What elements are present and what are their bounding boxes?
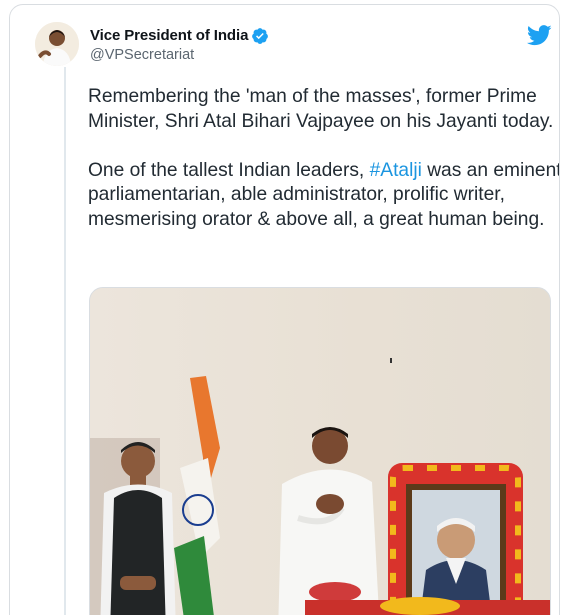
tweet-card[interactable]: Vice President of India @VPSecretariat R…	[9, 4, 560, 615]
tweet-text-part: One of the tallest Indian leaders,	[88, 159, 370, 181]
tweet-photo[interactable]	[89, 287, 551, 615]
handle[interactable]: @VPSecretariat	[90, 47, 194, 63]
thread-line	[64, 67, 66, 615]
tweet-paragraph-2: One of the tallest Indian leaders, #Atal…	[88, 159, 559, 233]
display-name[interactable]: Vice President of India	[90, 27, 248, 44]
tweet-text: Remembering the 'man of the masses', for…	[88, 85, 559, 257]
avatar[interactable]	[35, 22, 79, 66]
tweet-paragraph-1: Remembering the 'man of the masses', for…	[88, 86, 554, 132]
twitter-bird-icon[interactable]	[527, 25, 552, 46]
hashtag-link[interactable]: #Atalji	[370, 160, 422, 181]
verified-badge-icon	[252, 28, 268, 44]
